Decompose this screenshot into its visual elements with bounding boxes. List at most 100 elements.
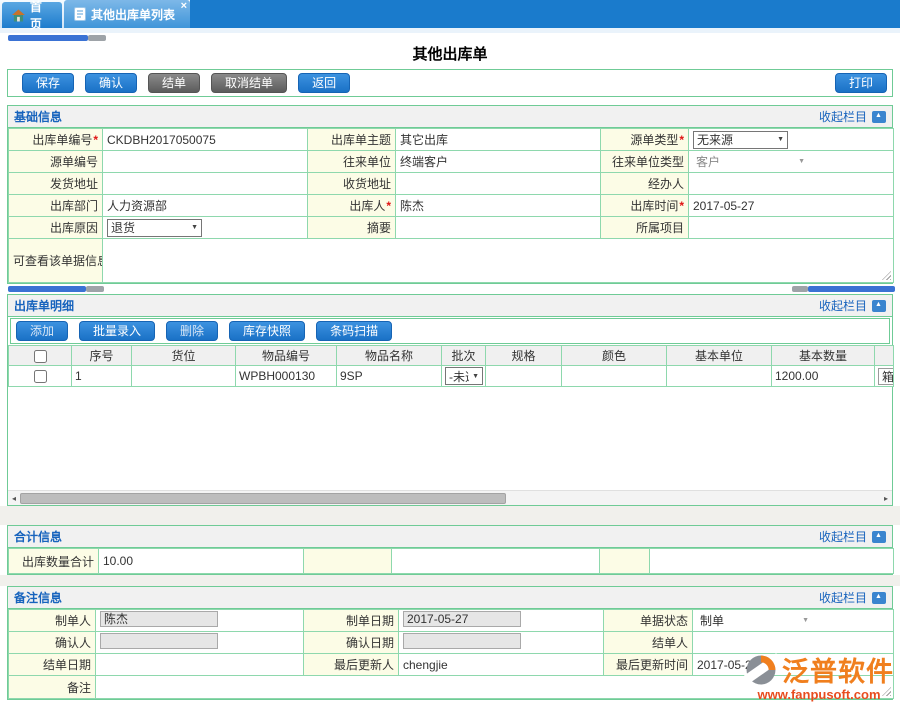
last-update-label: 最后更新时间 [604, 654, 693, 676]
source-no-field[interactable] [103, 151, 308, 173]
item-name-cell[interactable]: 9SP [337, 366, 442, 387]
recv-addr-field[interactable] [396, 173, 601, 195]
save-button[interactable]: 保存 [22, 73, 74, 93]
section-summary-header: 合计信息 收起栏目 [8, 526, 892, 548]
tab-bar: 首页 其他出库单列表 × [0, 0, 900, 28]
summary-row: 出库数量合计 10.00 [9, 549, 894, 574]
tab-outbound-list[interactable]: 其他出库单列表 × [64, 0, 190, 28]
add-row-button[interactable]: 添加 [16, 321, 68, 341]
scrollbar-thumb[interactable] [20, 493, 506, 504]
status-select[interactable]: 制单 [697, 612, 812, 630]
required-icon: * [93, 133, 98, 147]
confirm-date-field [403, 633, 521, 649]
total-qty-field[interactable]: 10.00 [99, 549, 304, 574]
note-field[interactable] [96, 676, 894, 699]
project-label: 所属项目 [601, 217, 689, 239]
summary-field[interactable] [396, 217, 601, 239]
batch-entry-button[interactable]: 批量录入 [79, 321, 155, 341]
delete-row-button[interactable]: 删除 [166, 321, 218, 341]
col-base-qty: 基本数量 [772, 346, 875, 366]
col-batch: 批次 [442, 346, 486, 366]
reason-select[interactable]: 退货 [107, 219, 202, 237]
base-qty-cell[interactable]: 1200.00 [772, 366, 875, 387]
maker-label: 制单人 [9, 610, 96, 632]
partner-field[interactable]: 终端客户 [396, 151, 601, 173]
col-location: 货位 [132, 346, 236, 366]
dept-field[interactable]: 人力资源部 [103, 195, 308, 217]
remark-row-1: 制单人 陈杰 制单日期 2017-05-27 单据状态 制单 [9, 610, 894, 632]
collapse-icon [872, 592, 886, 604]
basic-row-4: 出库部门 人力资源部 出库人* 陈杰 出库时间* 2017-05-27 [9, 195, 894, 217]
close-icon[interactable]: × [181, 1, 187, 11]
scroll-right-icon[interactable]: ▸ [881, 493, 891, 504]
scrollbar-thumb[interactable] [88, 35, 106, 41]
scrollbar-bar[interactable] [8, 286, 86, 292]
collapse-label: 收起栏目 [819, 108, 867, 125]
summary-form: 出库数量合计 10.00 [8, 548, 894, 574]
collapse-label: 收起栏目 [819, 589, 867, 606]
collapse-label: 收起栏目 [819, 297, 867, 314]
source-type-select[interactable]: 无来源 [693, 131, 788, 149]
last-updater-label: 最后更新人 [304, 654, 399, 676]
section-detail-header: 出库单明细 收起栏目 [8, 295, 892, 317]
status-label: 单据状态 [604, 610, 693, 632]
collapse-remark-button[interactable]: 收起栏目 [819, 589, 886, 606]
spec-cell[interactable] [486, 366, 562, 387]
subject-field[interactable]: 其它出库 [396, 129, 601, 151]
scroll-left-icon[interactable]: ◂ [9, 493, 19, 504]
basic-row-6: 可查看该单据信息的人员 [9, 239, 894, 283]
barcode-scan-button[interactable]: 条码扫描 [316, 321, 392, 341]
out-person-field[interactable]: 陈杰 [396, 195, 601, 217]
batch-select[interactable]: -未选择- [445, 367, 483, 385]
item-no-cell[interactable]: WPBH000130 [236, 366, 337, 387]
project-field[interactable] [689, 217, 894, 239]
tab-home[interactable]: 首页 [2, 2, 62, 28]
print-button[interactable]: 打印 [835, 73, 887, 93]
section-gap [0, 506, 900, 525]
base-unit-cell[interactable] [667, 366, 772, 387]
partner-type-select[interactable]: 客户 [693, 153, 808, 171]
settler-label: 结单人 [604, 632, 693, 654]
out-time-field[interactable]: 2017-05-27 [689, 195, 894, 217]
ship-addr-field[interactable] [103, 173, 308, 195]
back-button[interactable]: 返回 [298, 73, 350, 93]
scrollbar-thumb[interactable] [86, 286, 104, 292]
settler-field[interactable] [693, 632, 894, 654]
collapse-summary-button[interactable]: 收起栏目 [819, 528, 886, 545]
mid-scrollbars [0, 284, 900, 294]
row-checkbox[interactable] [34, 370, 47, 383]
out-time-label: 出库时间* [601, 195, 689, 217]
collapse-detail-button[interactable]: 收起栏目 [819, 297, 886, 314]
order-no-field[interactable]: CKDBH2017050075 [103, 129, 308, 151]
make-date-label: 制单日期 [304, 610, 399, 632]
color-cell[interactable] [562, 366, 667, 387]
basic-row-5: 出库原因 退货 摘要 所属项目 [9, 217, 894, 239]
section-basic-title: 基础信息 [14, 108, 62, 125]
collapse-icon [872, 111, 886, 123]
collapse-icon [872, 531, 886, 543]
select-all-checkbox[interactable] [34, 350, 47, 363]
empty-field [650, 549, 894, 574]
viewers-field[interactable] [103, 239, 894, 283]
settle-date-field[interactable] [96, 654, 304, 676]
tab-doc-label: 其他出库单列表 [91, 6, 175, 23]
resize-handle-icon[interactable] [882, 687, 891, 696]
required-icon: * [679, 133, 684, 147]
source-no-label: 源单编号 [9, 151, 103, 173]
empty-label [304, 549, 392, 574]
confirm-button[interactable]: 确认 [85, 73, 137, 93]
stock-snapshot-button[interactable]: 库存快照 [229, 321, 305, 341]
empty-field [392, 549, 600, 574]
scrollbar-bar[interactable] [808, 286, 895, 292]
cancel-settle-button[interactable]: 取消结单 [211, 73, 287, 93]
scrollbar-thumb[interactable] [792, 286, 808, 292]
collapse-basic-button[interactable]: 收起栏目 [819, 108, 886, 125]
scrollbar-bar[interactable] [8, 35, 88, 41]
unit-field[interactable]: 箱 [878, 368, 894, 385]
resize-handle-icon[interactable] [882, 271, 891, 280]
agent-field[interactable] [689, 173, 894, 195]
settle-button[interactable]: 结单 [148, 73, 200, 93]
remark-form: 制单人 陈杰 制单日期 2017-05-27 单据状态 制单 确认人 确认日期 … [8, 609, 894, 699]
location-cell[interactable] [132, 366, 236, 387]
maker-field: 陈杰 [100, 611, 218, 627]
